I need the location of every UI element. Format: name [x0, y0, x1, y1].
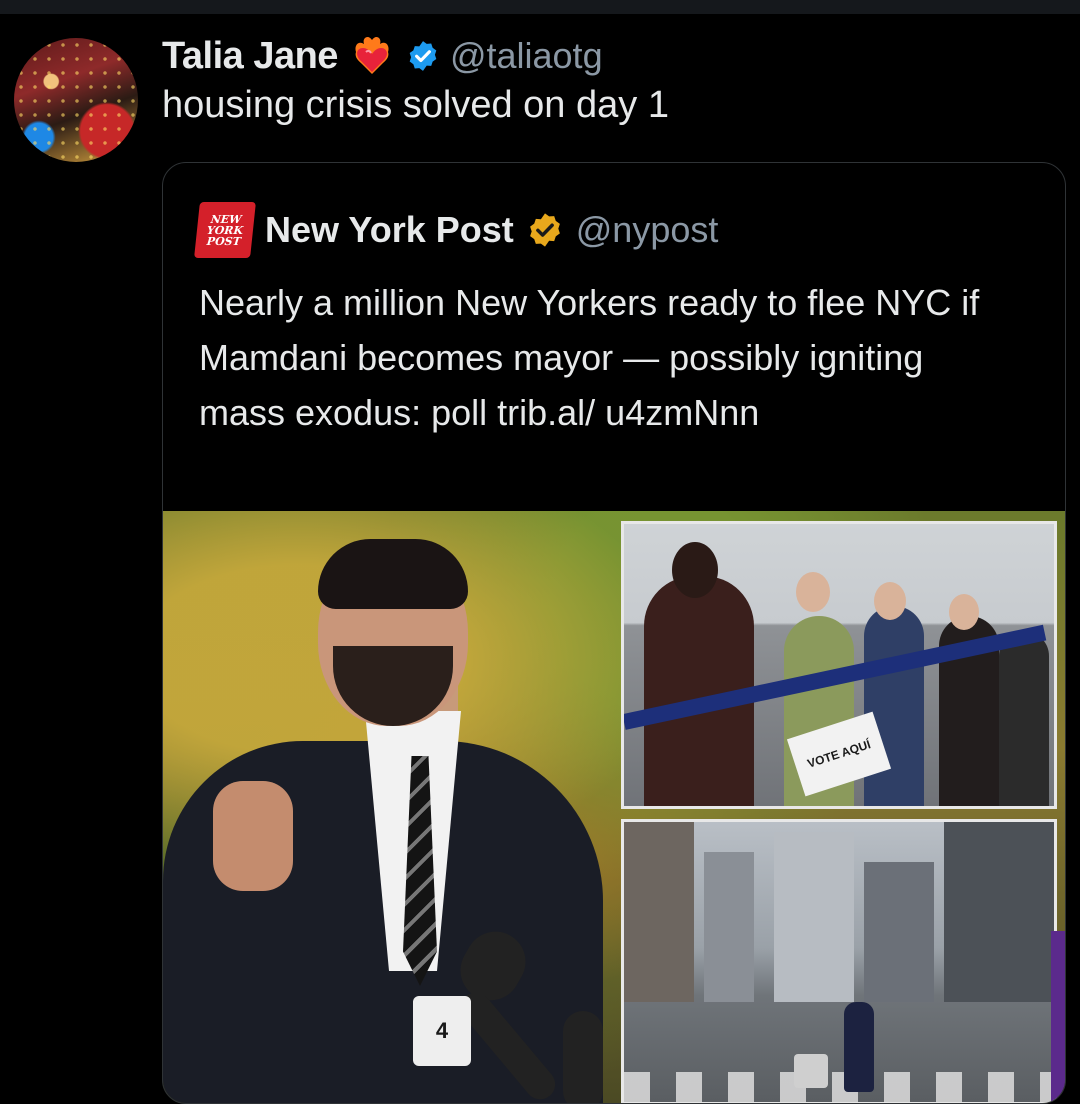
gold-verified-badge-icon	[526, 211, 564, 249]
quoted-author-handle[interactable]: @nypost	[576, 209, 719, 251]
logo-line-3: POST	[206, 234, 242, 248]
inset-photo-empty-street	[621, 819, 1057, 1103]
author-handle[interactable]: @taliaotg	[450, 35, 603, 77]
shopping-cart	[794, 1054, 828, 1088]
crosswalk	[624, 1072, 1054, 1102]
tweet-text: housing crisis solved on day 1	[162, 84, 669, 126]
tweet-header: Talia Jane @taliaotg	[162, 28, 603, 84]
verified-badge-icon	[406, 39, 440, 73]
speaker-hand	[213, 781, 293, 891]
logo-line-2: YORK	[206, 223, 244, 237]
avatar[interactable]	[14, 38, 138, 162]
quoted-author-name[interactable]: New York Post	[265, 209, 514, 251]
nypost-logo[interactable]: NEW YORK POST	[194, 202, 256, 258]
logo-line-1: NEW	[210, 212, 243, 226]
nbc-4-mic-flag: 4	[413, 996, 471, 1066]
author-name[interactable]: Talia Jane	[162, 35, 338, 78]
inset-photo-voting-line: VOTE AQUÍ	[621, 521, 1057, 809]
pedestrian	[844, 1002, 874, 1092]
top-status-bar	[0, 0, 1080, 14]
quoted-tweet-card[interactable]: NEW YORK POST New York Post @nypost Near…	[162, 162, 1066, 1104]
quoted-tweet-text: Nearly a million New Yorkers ready to fl…	[199, 282, 980, 433]
quoted-tweet-header: NEW YORK POST New York Post @nypost	[194, 202, 719, 258]
quoted-tweet-media[interactable]: 4 VOTE AQUÍ	[163, 511, 1065, 1103]
heart-on-fire-icon	[348, 32, 396, 80]
